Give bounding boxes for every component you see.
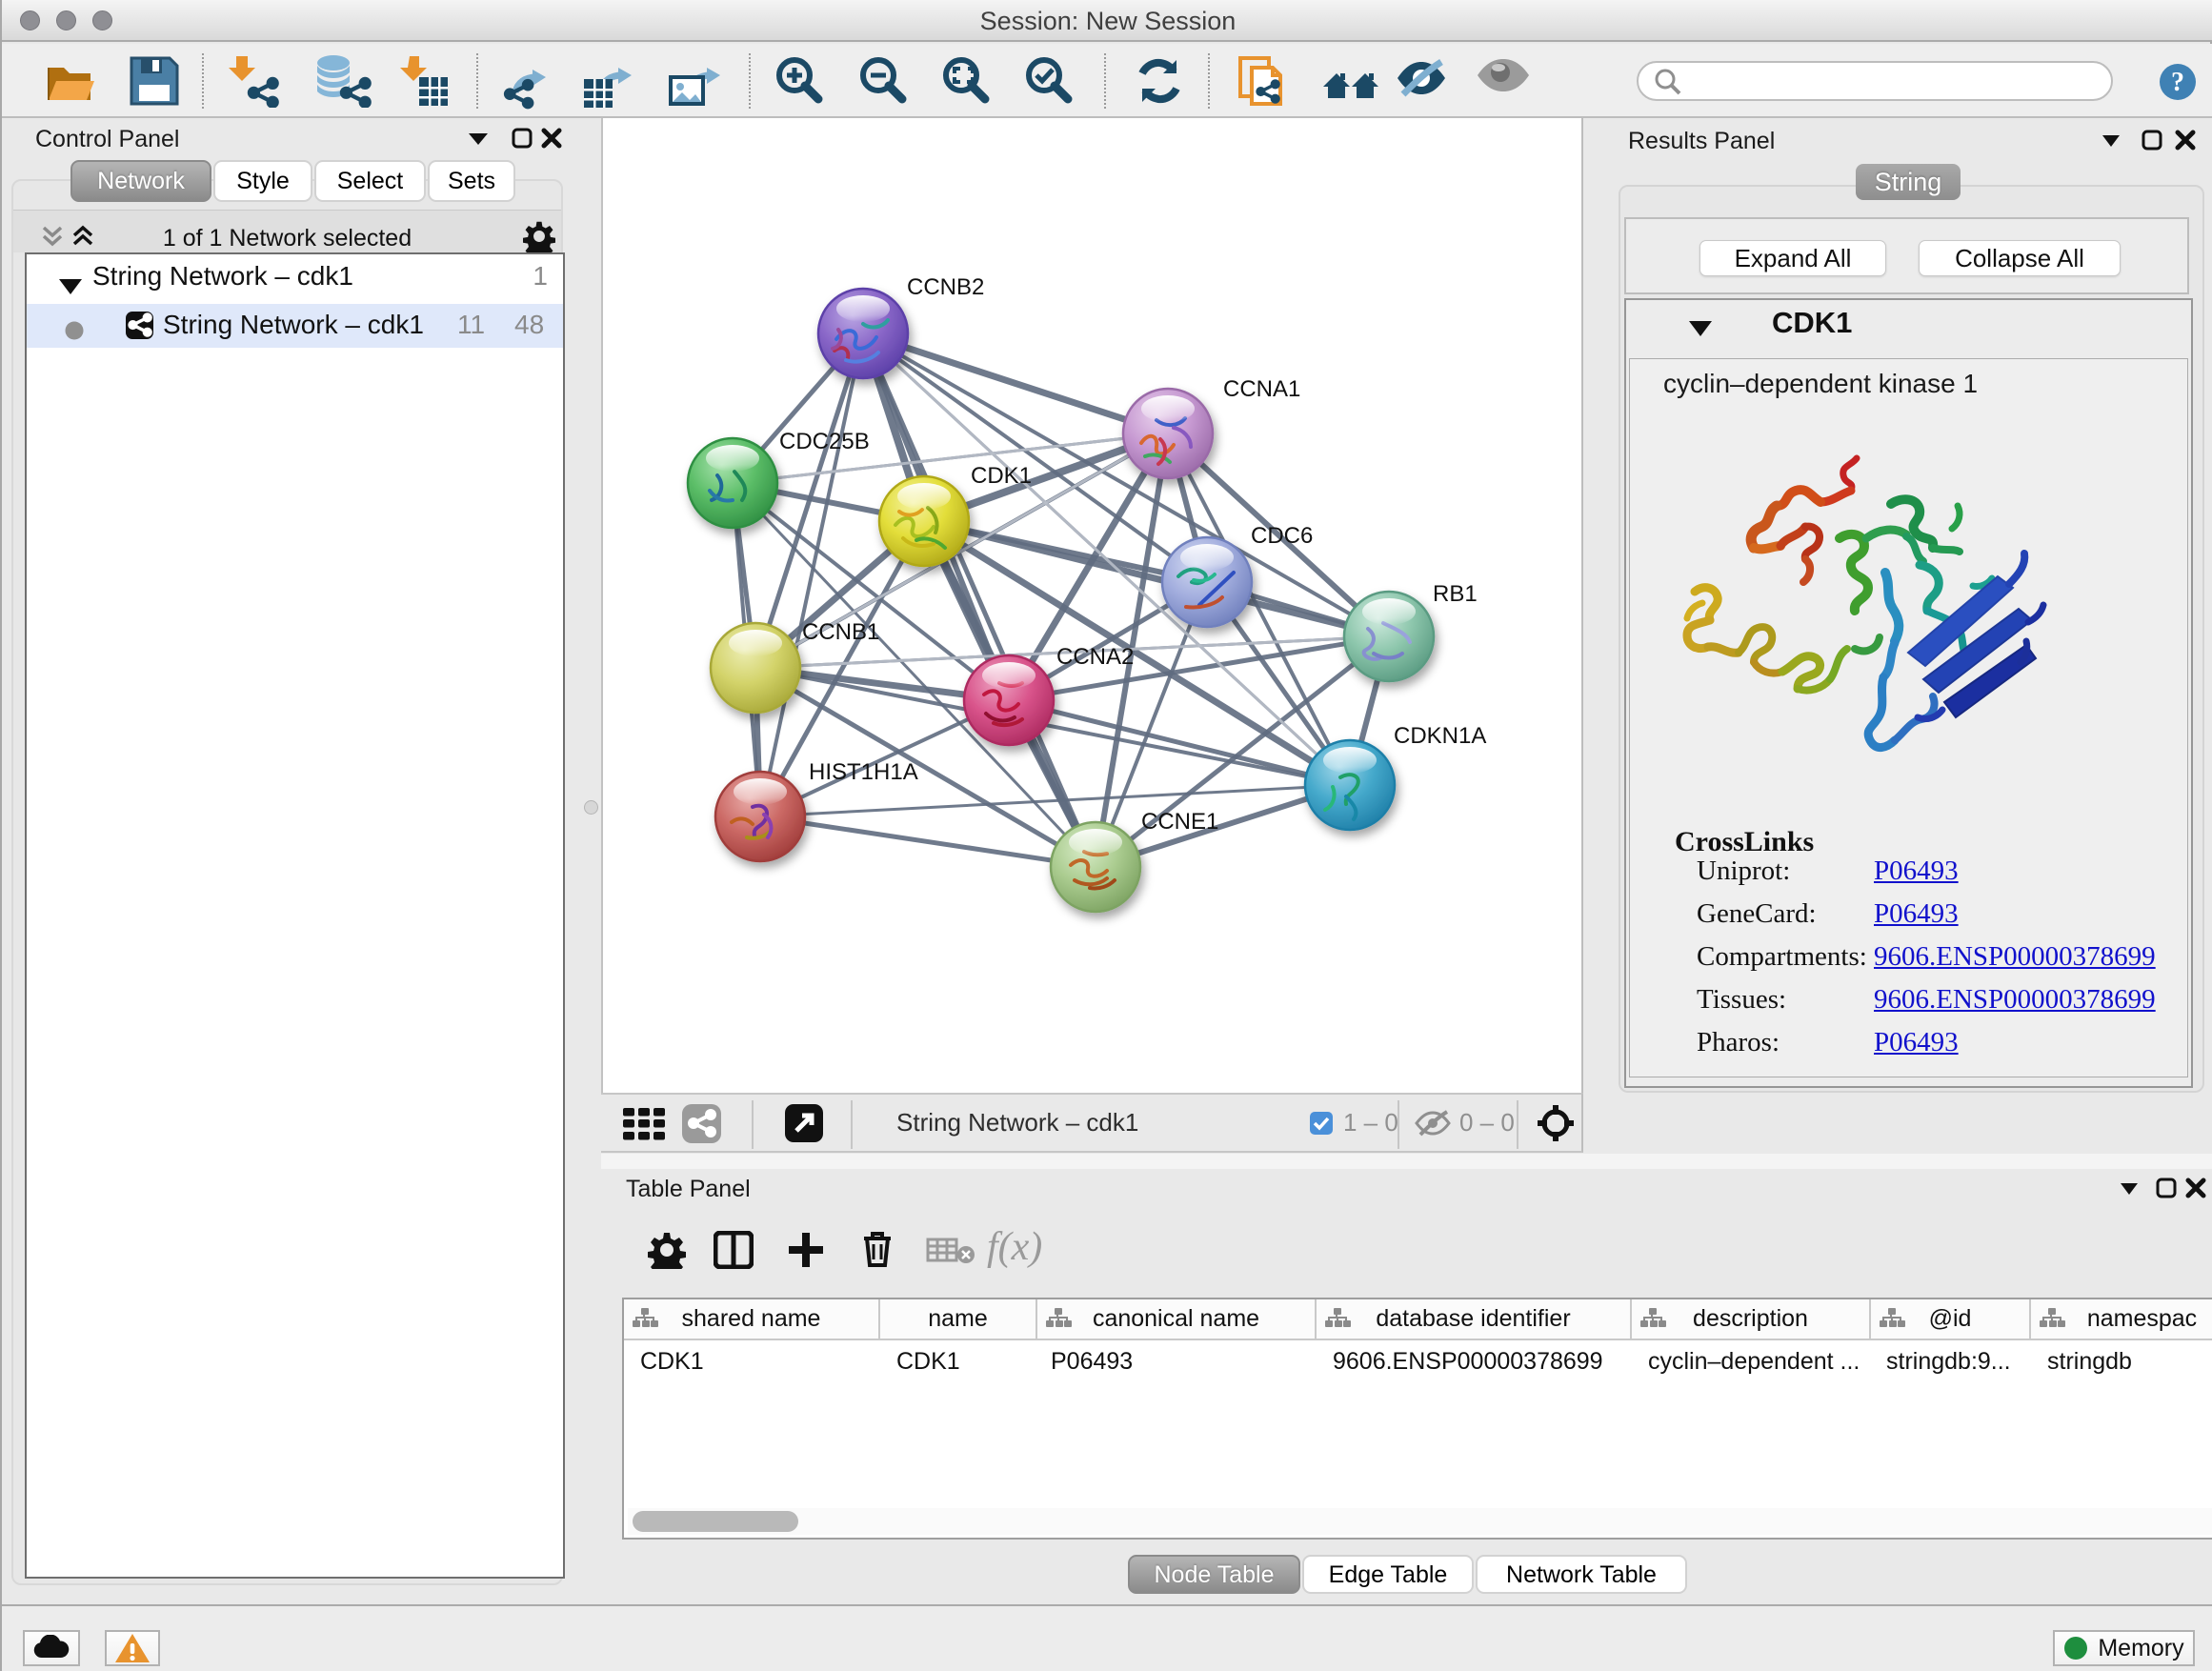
svg-text:RB1: RB1	[1433, 581, 1478, 607]
svg-text:CDC25B: CDC25B	[779, 429, 870, 454]
svg-text:CCNB1: CCNB1	[802, 619, 879, 645]
svg-text:CCNA2: CCNA2	[1056, 644, 1134, 670]
svg-text:CDC6: CDC6	[1251, 523, 1313, 549]
svg-text:HIST1H1A: HIST1H1A	[809, 759, 918, 785]
svg-text:CDKN1A: CDKN1A	[1394, 723, 1486, 749]
svg-text:CDK1: CDK1	[971, 463, 1032, 489]
svg-text:?: ?	[2171, 68, 2184, 97]
svg-text:CCNE1: CCNE1	[1141, 809, 1218, 835]
svg-text:CCNA1: CCNA1	[1223, 376, 1300, 402]
svg-text:CCNB2: CCNB2	[907, 274, 984, 300]
